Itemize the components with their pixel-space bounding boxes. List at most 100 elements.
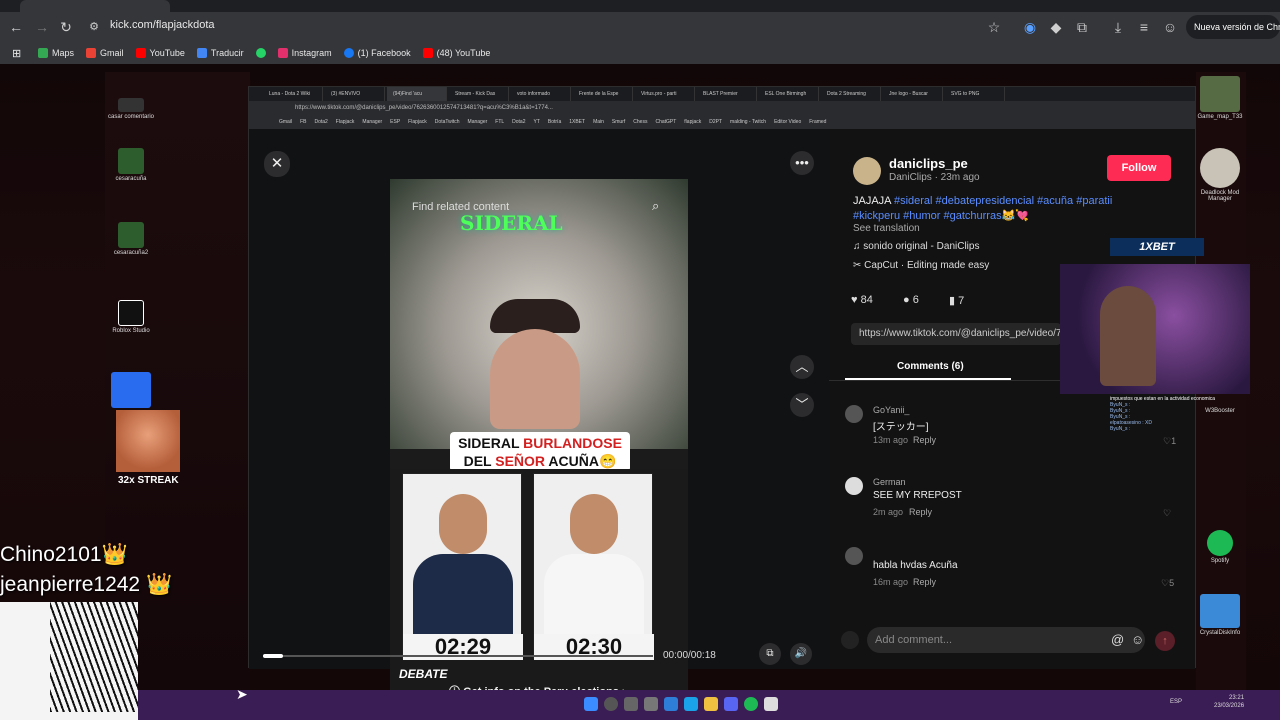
search-icon[interactable]	[604, 697, 618, 711]
spotify-icon[interactable]	[744, 697, 758, 711]
inner-bookmark[interactable]: Gmail	[279, 115, 292, 129]
inner-bookmark[interactable]: Manager	[468, 115, 488, 129]
inner-bookmark[interactable]: malding - Twitch	[730, 115, 766, 129]
file-explorer-icon[interactable]	[704, 697, 718, 711]
bookmark-facebook[interactable]: (1) Facebook	[343, 48, 411, 58]
inner-bookmark[interactable]: Chess	[633, 115, 647, 129]
next-video-icon[interactable]: ﹀	[790, 393, 814, 417]
previous-video-icon[interactable]: ︿	[790, 355, 814, 379]
extension-2-icon[interactable]: ◆	[1046, 17, 1066, 37]
inner-bookmark[interactable]: Smurf	[612, 115, 625, 129]
inner-tab[interactable]: Virtus.pro - parti	[635, 87, 695, 101]
pip-icon[interactable]: ⧉	[759, 643, 781, 665]
inner-bookmark[interactable]: Main	[593, 115, 604, 129]
volume-icon[interactable]: 🔊	[790, 643, 812, 665]
profile-icon[interactable]: ☺	[1160, 17, 1180, 37]
comment-button[interactable]: ● 6	[903, 294, 919, 306]
app-icon[interactable]	[664, 697, 678, 711]
inner-bookmark[interactable]: flapjack	[684, 115, 701, 129]
address-bar[interactable]: kick.com/flapjackdota	[110, 19, 215, 31]
bookmark-traducir[interactable]: Traducir	[196, 48, 244, 58]
download-icon[interactable]: ⤓	[1108, 17, 1128, 37]
reply-button[interactable]: Reply	[913, 577, 936, 587]
desktop-icon-casar[interactable]: casar comentario	[107, 98, 155, 120]
outer-active-tab[interactable]	[20, 0, 170, 12]
inner-tab[interactable]: BLAST Premier	[697, 87, 757, 101]
comment-user[interactable]: German	[873, 477, 906, 487]
sound-link[interactable]: ♫ sonido original - DaniClips	[853, 241, 979, 252]
comment-user[interactable]: GoYanii_	[873, 405, 909, 415]
clock[interactable]: 23:21 23/03/2026	[1214, 694, 1244, 710]
mention-icon[interactable]: @	[1111, 632, 1124, 647]
extension-icon[interactable]: ◉	[1020, 17, 1040, 37]
follow-button[interactable]: Follow	[1107, 155, 1171, 181]
inner-tab[interactable]: (3) #ENVIVO	[325, 87, 385, 101]
add-comment-input[interactable]: Add comment...	[867, 627, 1145, 653]
bookmark-youtube[interactable]: YouTube	[135, 48, 185, 58]
bookmark-youtube-2[interactable]: (48) YouTube	[422, 48, 490, 58]
heart-outline-icon[interactable]: ♡	[1163, 508, 1171, 519]
avatar[interactable]	[845, 405, 863, 423]
inner-tab[interactable]: Luna - Dota 2 Wiki	[263, 87, 323, 101]
inner-bookmark[interactable]: 1XBET	[569, 115, 585, 129]
inner-bookmark[interactable]: Dota2	[314, 115, 327, 129]
inner-bookmark[interactable]: FB	[300, 115, 306, 129]
desktop-icon-crystaldisk[interactable]: CrystalDiskInfo	[1196, 594, 1244, 636]
inner-address-bar[interactable]: https://www.tiktok.com/@daniclips_pe/vid…	[249, 101, 1195, 115]
find-related-search[interactable]: Find related content	[412, 201, 684, 223]
like-button[interactable]: ♥ 84	[851, 294, 873, 306]
desktop-icon-cesaracuna[interactable]: cesaracuña	[107, 148, 155, 182]
inner-bookmark[interactable]: Manager	[362, 115, 382, 129]
bookmark-maps[interactable]: Maps	[38, 48, 74, 58]
copy-link-field[interactable]: https://www.tiktok.com/@daniclips_pe/vid…	[851, 323, 1061, 345]
obs-icon[interactable]	[644, 697, 658, 711]
desktop-icon-roblox-studio[interactable]: Roblox Studio	[107, 300, 155, 334]
extensions-puzzle-icon[interactable]: ⧉	[1072, 17, 1092, 37]
avatar[interactable]	[845, 477, 863, 495]
inner-tab[interactable]: ESL One Birmingh	[759, 87, 819, 101]
inner-tab[interactable]: Stream - Kick Das	[449, 87, 509, 101]
more-options-icon[interactable]: •••	[790, 151, 814, 175]
inner-tab[interactable]: SVG to PNG	[945, 87, 1005, 101]
desktop-icon-deadlock[interactable]: Deadlock Mod Manager	[1196, 148, 1244, 202]
apps-grid-icon[interactable]: ⊞	[12, 47, 21, 60]
video-progress-fill[interactable]	[263, 654, 283, 658]
back-icon[interactable]: ←	[6, 17, 26, 37]
send-icon[interactable]: ↑	[1155, 631, 1175, 651]
inner-tab[interactable]: Dota 2 Streaming	[821, 87, 881, 101]
inner-bookmark[interactable]: YT	[534, 115, 540, 129]
inner-bookmark[interactable]: Editor Video	[774, 115, 801, 129]
desktop-icon-roblox[interactable]	[107, 372, 155, 410]
site-info-icon[interactable]: ⚙	[84, 17, 104, 37]
save-button[interactable]: ▮ 7	[949, 294, 964, 307]
bookmark-gmail[interactable]: Gmail	[86, 48, 124, 58]
post-username[interactable]: daniclips_pe	[889, 156, 968, 171]
language-indicator[interactable]: ESP	[1170, 699, 1182, 705]
see-translation-link[interactable]: See translation	[853, 223, 920, 234]
inner-tab[interactable]: voto informado	[511, 87, 571, 101]
tab-comments[interactable]: Comments (6)	[897, 361, 964, 372]
close-icon[interactable]: ✕	[264, 151, 290, 177]
start-icon[interactable]	[584, 697, 598, 711]
inner-tab[interactable]: Frente de la Espe	[573, 87, 633, 101]
forward-icon[interactable]: →	[32, 17, 52, 37]
inner-tab[interactable]: Jne logo - Buscar	[883, 87, 943, 101]
update-chrome-button[interactable]: Nueva versión de Chrome	[1186, 15, 1280, 39]
bookmark-star-icon[interactable]: ☆	[984, 17, 1004, 37]
inner-bookmark[interactable]: Dota2	[512, 115, 525, 129]
avatar[interactable]	[853, 157, 881, 185]
desktop-icon-cesaracuna2[interactable]: cesaracuña2	[107, 222, 155, 256]
comment-like[interactable]: ♡5	[1161, 578, 1174, 589]
video-progress-track[interactable]	[263, 655, 653, 657]
media-control-icon[interactable]: ≡	[1134, 17, 1154, 37]
avatar[interactable]	[845, 547, 863, 565]
inner-bookmark[interactable]: ESP	[390, 115, 400, 129]
capcut-link[interactable]: ✂ CapCut · Editing made easy	[853, 260, 989, 271]
inner-bookmark[interactable]: Framed	[809, 115, 826, 129]
inner-bookmark[interactable]: ChatGPT	[655, 115, 676, 129]
emoji-icon[interactable]: ☺	[1131, 632, 1144, 647]
desktop-icon-spotify[interactable]: Spotify	[1196, 530, 1244, 564]
inner-tab[interactable]: (94)Find 'acu	[387, 87, 447, 101]
video-player[interactable]: SIDERAL Find related content ⌕ SIDERAL B…	[390, 179, 688, 709]
reload-icon[interactable]: ↻	[56, 17, 76, 37]
